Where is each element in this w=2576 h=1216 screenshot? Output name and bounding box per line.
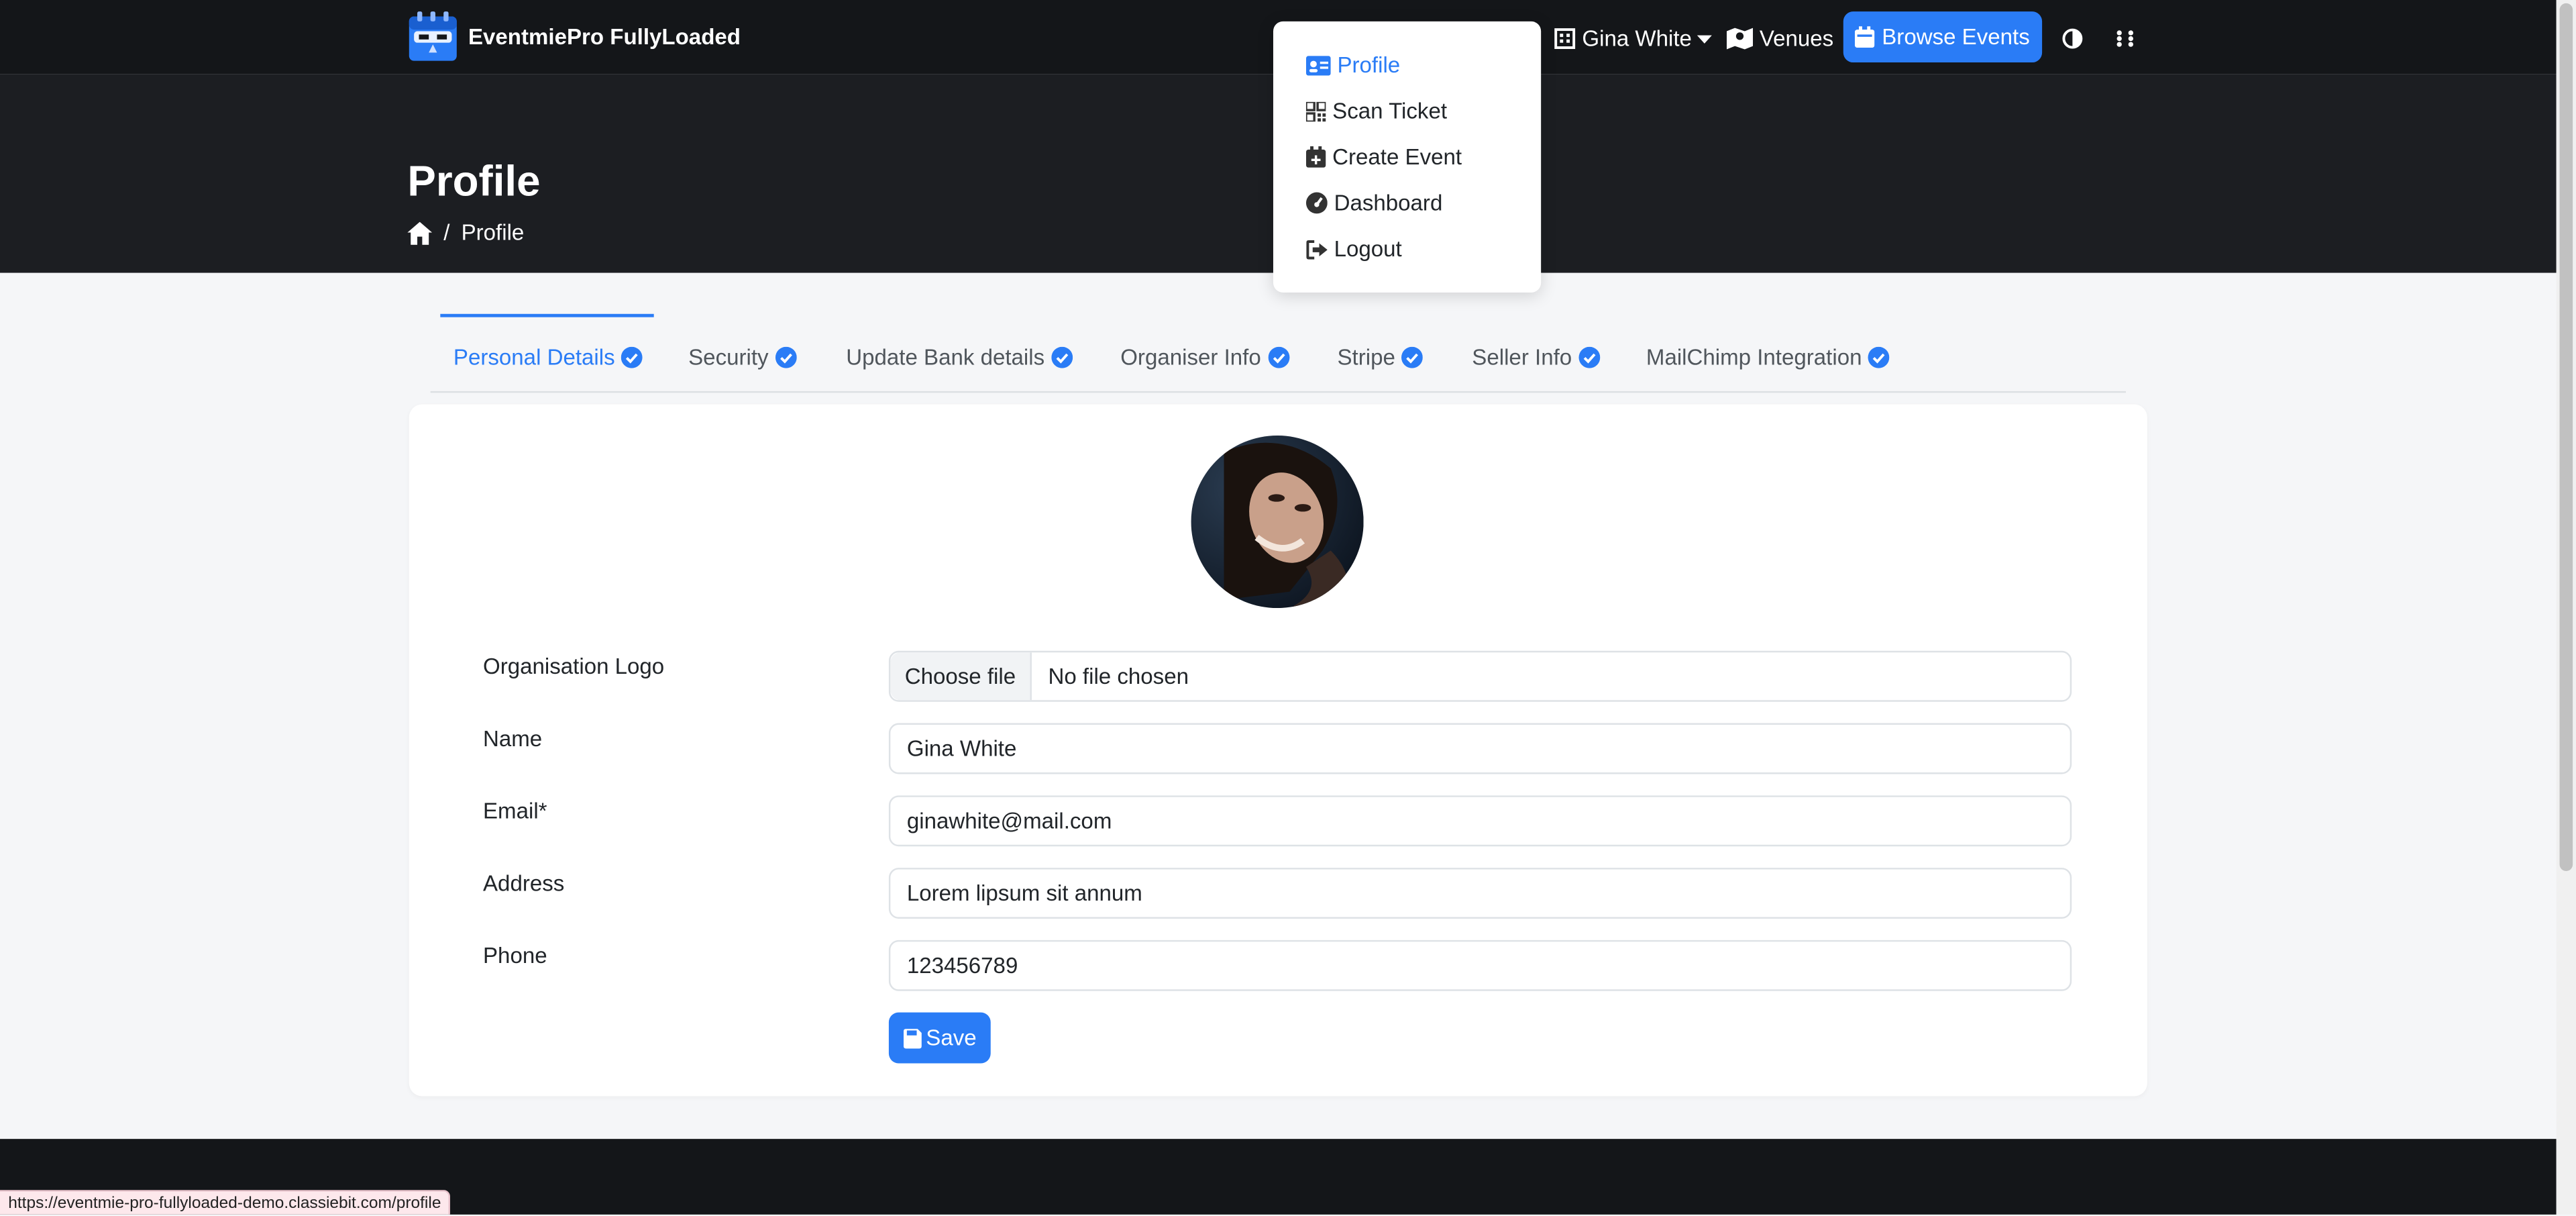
email-input[interactable]: ginawhite@mail.com xyxy=(888,795,2072,847)
map-icon xyxy=(1726,28,1754,50)
tab-label: Security xyxy=(688,344,769,369)
caret-down-icon xyxy=(1697,34,1712,43)
tab-security[interactable]: Security xyxy=(688,336,797,378)
apps-menu-button[interactable] xyxy=(2116,19,2141,56)
check-circle-icon xyxy=(1401,346,1424,368)
tab-label: Stripe xyxy=(1337,344,1395,369)
link-status-bar: https://eventmie-pro-fullyloaded-demo.cl… xyxy=(0,1190,451,1215)
menu-item-label: Create Event xyxy=(1332,144,1462,170)
breadcrumb-current: Profile xyxy=(461,220,525,245)
calendar-icon xyxy=(1856,26,1876,48)
menu-item-scan-ticket[interactable]: Scan Ticket xyxy=(1305,98,1448,123)
half-circle-icon xyxy=(2062,28,2083,48)
menu-item-label: Scan Ticket xyxy=(1332,98,1448,123)
tab-mailchimp-integration[interactable]: MailChimp Integration xyxy=(1646,336,1890,378)
check-circle-icon xyxy=(1267,346,1289,368)
user-menu-toggle[interactable]: Gina White xyxy=(1554,19,1712,56)
user-dropdown-menu: Profile Scan Ticket Create Event Dashboa… xyxy=(1273,21,1542,293)
phone-input[interactable]: 123456789 xyxy=(888,940,2072,991)
breadcrumb: / Profile xyxy=(407,220,524,245)
brand-name: EventmiePro FullyLoaded xyxy=(468,23,741,49)
name-label: Name xyxy=(483,726,543,752)
menu-item-label: Logout xyxy=(1334,236,1402,262)
tab-label: Personal Details xyxy=(453,344,615,369)
breadcrumb-separator: / xyxy=(443,220,450,245)
theme-toggle-button[interactable] xyxy=(2061,19,2090,56)
id-card-icon xyxy=(1305,55,1331,75)
tab-organiser-info[interactable]: Organiser Info xyxy=(1120,336,1289,378)
venues-link[interactable]: Venues xyxy=(1726,19,1834,56)
tab-personal-details[interactable]: Personal Details xyxy=(453,336,643,378)
active-tab-indicator xyxy=(440,313,654,317)
page-title: Profile xyxy=(407,156,541,206)
tab-label: Update Bank details xyxy=(846,344,1045,369)
check-circle-icon xyxy=(775,346,797,368)
tab-stripe[interactable]: Stripe xyxy=(1337,336,1424,378)
calendar-plus-icon xyxy=(1305,146,1326,168)
save-label: Save xyxy=(926,1025,977,1050)
tab-label: Seller Info xyxy=(1472,344,1572,369)
home-icon[interactable] xyxy=(407,221,433,244)
save-button[interactable]: Save xyxy=(888,1012,991,1064)
menu-item-profile[interactable]: Profile xyxy=(1305,52,1401,78)
check-circle-icon xyxy=(621,346,643,368)
scrollbar-thumb[interactable] xyxy=(2559,3,2573,871)
menu-item-create-event[interactable]: Create Event xyxy=(1305,144,1462,170)
profile-tabs: Personal Details Security Update Bank de… xyxy=(430,306,2127,393)
check-circle-icon xyxy=(1578,346,1600,368)
name-input[interactable]: Gina White xyxy=(888,723,2072,774)
avatar-photo xyxy=(1191,435,1364,609)
address-input[interactable]: Lorem lipsum sit annum xyxy=(888,868,2072,919)
qrcode-icon xyxy=(1305,101,1326,121)
logout-icon xyxy=(1306,239,1328,259)
floppy-disk-icon xyxy=(902,1027,921,1048)
brand[interactable]: EventmiePro FullyLoaded xyxy=(407,10,741,62)
browse-events-button[interactable]: Browse Events xyxy=(1843,11,2043,63)
tab-label: Organiser Info xyxy=(1120,344,1261,369)
menu-item-label: Dashboard xyxy=(1334,191,1443,215)
grid-icon xyxy=(2116,30,2134,46)
user-name: Gina White xyxy=(1582,25,1692,50)
choose-file-button[interactable]: Choose file xyxy=(890,652,1032,701)
tab-update-bank-details[interactable]: Update Bank details xyxy=(846,336,1073,378)
organisation-logo-file-input[interactable]: Choose file No file chosen xyxy=(888,650,2072,702)
email-label: Email* xyxy=(483,799,547,823)
gauge-icon xyxy=(1305,192,1328,214)
page: EventmiePro FullyLoaded Gina White Venue… xyxy=(0,0,2576,1215)
venues-label: Venues xyxy=(1759,25,1834,50)
menu-item-logout[interactable]: Logout xyxy=(1306,236,1402,262)
browse-events-label: Browse Events xyxy=(1882,24,2030,50)
avatar xyxy=(1191,435,1364,609)
phone-label: Phone xyxy=(483,943,547,968)
tab-label: MailChimp Integration xyxy=(1646,344,1862,369)
file-status-text: No file chosen xyxy=(1048,664,1189,689)
calendar-logo-icon xyxy=(409,11,457,61)
address-label: Address xyxy=(483,870,565,896)
building-icon xyxy=(1554,27,1576,48)
menu-item-label: Profile xyxy=(1337,52,1401,78)
check-circle-icon xyxy=(1868,346,1890,368)
check-circle-icon xyxy=(1051,346,1073,368)
tab-seller-info[interactable]: Seller Info xyxy=(1472,336,1600,378)
menu-item-dashboard[interactable]: Dashboard xyxy=(1305,191,1443,215)
organisation-logo-label: Organisation Logo xyxy=(483,654,665,679)
